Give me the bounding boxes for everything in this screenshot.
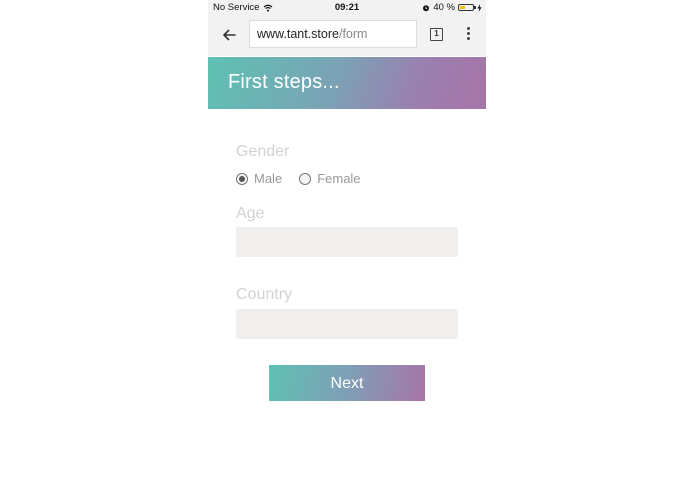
radio-male[interactable] [236, 172, 248, 185]
battery-fill [460, 6, 465, 9]
age-input[interactable] [236, 227, 458, 257]
radio-female[interactable] [299, 172, 312, 185]
radio-female-label: Female [317, 171, 361, 186]
battery-icon [458, 4, 476, 11]
phone-screen: No Service 09:21 40 % www.tant.store/for… [208, 0, 486, 494]
gender-option-male[interactable]: Male [236, 171, 282, 186]
next-button[interactable]: Next [269, 365, 425, 401]
status-bar: No Service 09:21 40 % [208, 0, 486, 15]
back-arrow-icon[interactable] [221, 27, 237, 43]
page-title: First steps... [228, 71, 340, 93]
gender-label: Gender [236, 143, 290, 160]
country-input[interactable] [236, 309, 458, 339]
url-host: www.tant.store [257, 27, 339, 41]
menu-dots-icon[interactable] [464, 27, 472, 43]
charging-icon [477, 3, 482, 12]
header-banner: First steps... [208, 57, 486, 109]
url-path: /form [338, 27, 368, 41]
tabs-icon[interactable]: 1 [430, 28, 443, 41]
address-bar[interactable]: www.tant.store/form [249, 20, 417, 48]
gender-radio-group: Male Female [236, 171, 361, 186]
status-right: 40 % [422, 2, 482, 13]
browser-toolbar: www.tant.store/form 1 [208, 15, 486, 56]
battery-percent: 40 % [433, 2, 455, 13]
age-label: Age [236, 205, 265, 222]
tab-count: 1 [434, 29, 439, 38]
alarm-icon [423, 4, 430, 11]
radio-male-label: Male [254, 171, 283, 186]
country-label: Country [236, 286, 293, 303]
gender-option-female[interactable]: Female [299, 171, 361, 186]
